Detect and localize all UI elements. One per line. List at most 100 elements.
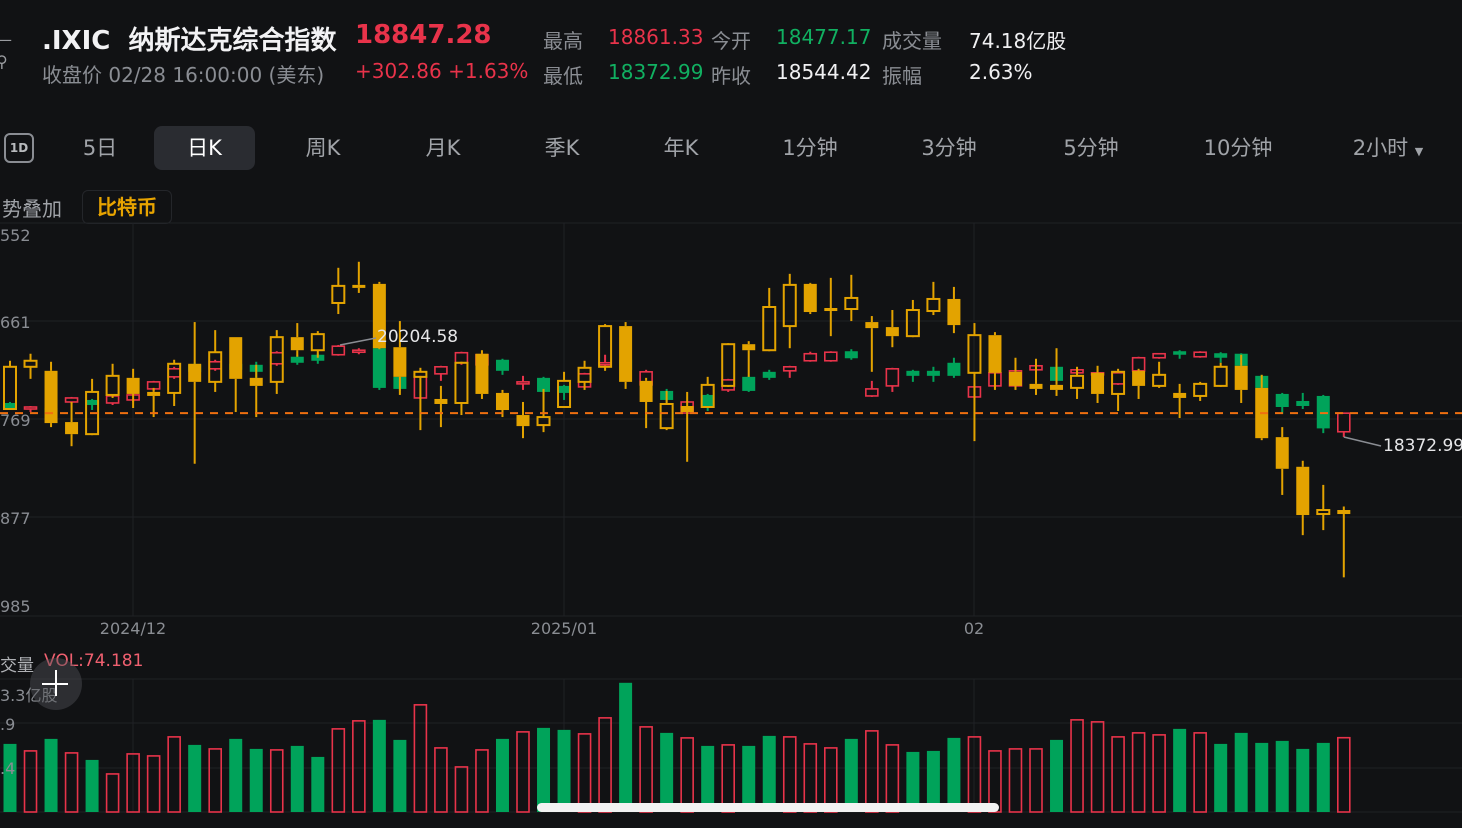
- ixic-candle-body: [1316, 395, 1330, 429]
- bitcoin-candle-body: [249, 377, 263, 386]
- bitcoin-candle-body: [1008, 371, 1022, 386]
- bitcoin-candle-body: [352, 284, 366, 288]
- ixic-candle-body: [1173, 351, 1187, 355]
- volume-bar: [1173, 728, 1187, 812]
- bitcoin-candle-body: [1091, 372, 1105, 394]
- bitcoin-candle-body: [454, 361, 469, 404]
- volume-bar: [1193, 732, 1207, 813]
- ixic-candle-body: [208, 360, 222, 370]
- volume-bar: [167, 736, 181, 813]
- bitcoin-candle-body: [1173, 392, 1187, 398]
- ixic-candle-body: [721, 379, 736, 391]
- y-axis-label: 877: [0, 509, 31, 528]
- ixic-candle-body: [85, 399, 99, 405]
- ixic-candle-body: [762, 371, 776, 378]
- ixic-candle-body: [1275, 393, 1289, 407]
- volume-bar: [598, 717, 612, 813]
- bitcoin-candle-body: [393, 347, 407, 377]
- crosshair-button[interactable]: [30, 658, 82, 710]
- volume-bar: [577, 733, 592, 813]
- ixic-candle-body: [1337, 412, 1351, 433]
- volume-panel-title: 交量: [0, 656, 34, 676]
- volume-bar: [434, 747, 448, 813]
- ixic-candle-body: [1193, 351, 1207, 358]
- volume-axis-label: .4: [0, 759, 16, 778]
- ixic-candle-body: [1214, 353, 1228, 358]
- volume-bar: [331, 728, 346, 813]
- bitcoin-candle-body: [742, 344, 756, 351]
- bitcoin-candle-body: [762, 305, 777, 352]
- ixic-candle-body: [782, 365, 797, 372]
- volume-bar: [803, 743, 818, 813]
- bitcoin-candle-body: [1213, 365, 1228, 387]
- bitcoin-candle-body: [659, 402, 674, 430]
- bitcoin-candle-body: [803, 283, 817, 313]
- ixic-candle-body: [823, 351, 838, 362]
- volume-bar: [1008, 748, 1023, 813]
- bitcoin-candle-body: [413, 370, 428, 378]
- bitcoin-candle-body: [1193, 382, 1208, 397]
- ixic-candle-body: [269, 351, 284, 365]
- horizontal-scrollbar[interactable]: [537, 803, 999, 812]
- bitcoin-candle-body: [1029, 383, 1043, 389]
- ixic-candle-body: [23, 406, 38, 410]
- bitcoin-candle-body: [65, 422, 79, 435]
- volume-bar: [721, 744, 736, 813]
- volume-bar: [311, 756, 325, 812]
- bitcoin-candle-body: [865, 322, 879, 329]
- ixic-candle-body: [885, 368, 900, 387]
- bitcoin-candle-body: [475, 353, 489, 394]
- volume-bar: [537, 727, 551, 812]
- ixic-candle-body: [372, 348, 386, 388]
- bitcoin-candle-body: [310, 333, 325, 352]
- bitcoin-candle-body: [680, 405, 694, 413]
- ixic-candle-body: [167, 368, 181, 378]
- bitcoin-candle-body: [619, 326, 633, 382]
- ixic-candle-body: [454, 351, 469, 364]
- volume-bar: [269, 749, 284, 813]
- volume-bar: [1050, 739, 1064, 812]
- ixic-candle-body: [1296, 400, 1310, 406]
- volume-bar: [146, 755, 161, 813]
- bitcoin-candle-body: [331, 284, 346, 304]
- volume-bar: [352, 720, 366, 813]
- volume-bar: [1214, 743, 1228, 812]
- bitcoin-candle-body: [126, 377, 140, 394]
- ixic-candle-body: [1111, 372, 1125, 385]
- min-callout-line: [1343, 436, 1382, 447]
- bitcoin-candle-body: [1296, 466, 1310, 516]
- volume-bar: [413, 704, 428, 813]
- y-axis-label: 552: [0, 226, 31, 245]
- volume-bar: [1337, 736, 1351, 813]
- y-axis-label: 769: [0, 411, 31, 430]
- kline-chart[interactable]: [0, 0, 1462, 828]
- bitcoin-candle-body: [1337, 510, 1351, 515]
- bitcoin-candle-body: [1316, 509, 1331, 516]
- ixic-candle-body: [146, 381, 161, 390]
- bitcoin-candle-body: [1070, 374, 1085, 389]
- bitcoin-candle-body: [905, 309, 920, 338]
- ixic-candle-body: [516, 381, 530, 385]
- ixic-candle-body: [906, 370, 920, 376]
- volume-bar: [947, 737, 961, 812]
- ixic-candle-body: [742, 376, 756, 391]
- volume-bar: [372, 719, 386, 812]
- ixic-candle-body: [290, 356, 304, 363]
- volume-bar: [1090, 721, 1105, 813]
- volume-bar: [475, 749, 489, 813]
- volume-bar: [229, 738, 243, 812]
- ixic-candle-body: [64, 397, 79, 403]
- ixic-candle-body: [434, 365, 448, 375]
- volume-bar: [762, 735, 776, 812]
- volume-axis-label: .9: [0, 715, 16, 734]
- volume-bar: [208, 748, 222, 813]
- bitcoin-candle-body: [844, 296, 859, 311]
- bitcoin-candle-body: [105, 374, 120, 396]
- volume-bar: [188, 744, 202, 812]
- volume-bar: [393, 739, 407, 812]
- bitcoin-candle-body: [1275, 437, 1289, 469]
- volume-bar: [782, 736, 797, 813]
- volume-bar: [865, 730, 879, 813]
- volume-bar: [885, 744, 900, 813]
- ixic-candle-body: [495, 359, 509, 371]
